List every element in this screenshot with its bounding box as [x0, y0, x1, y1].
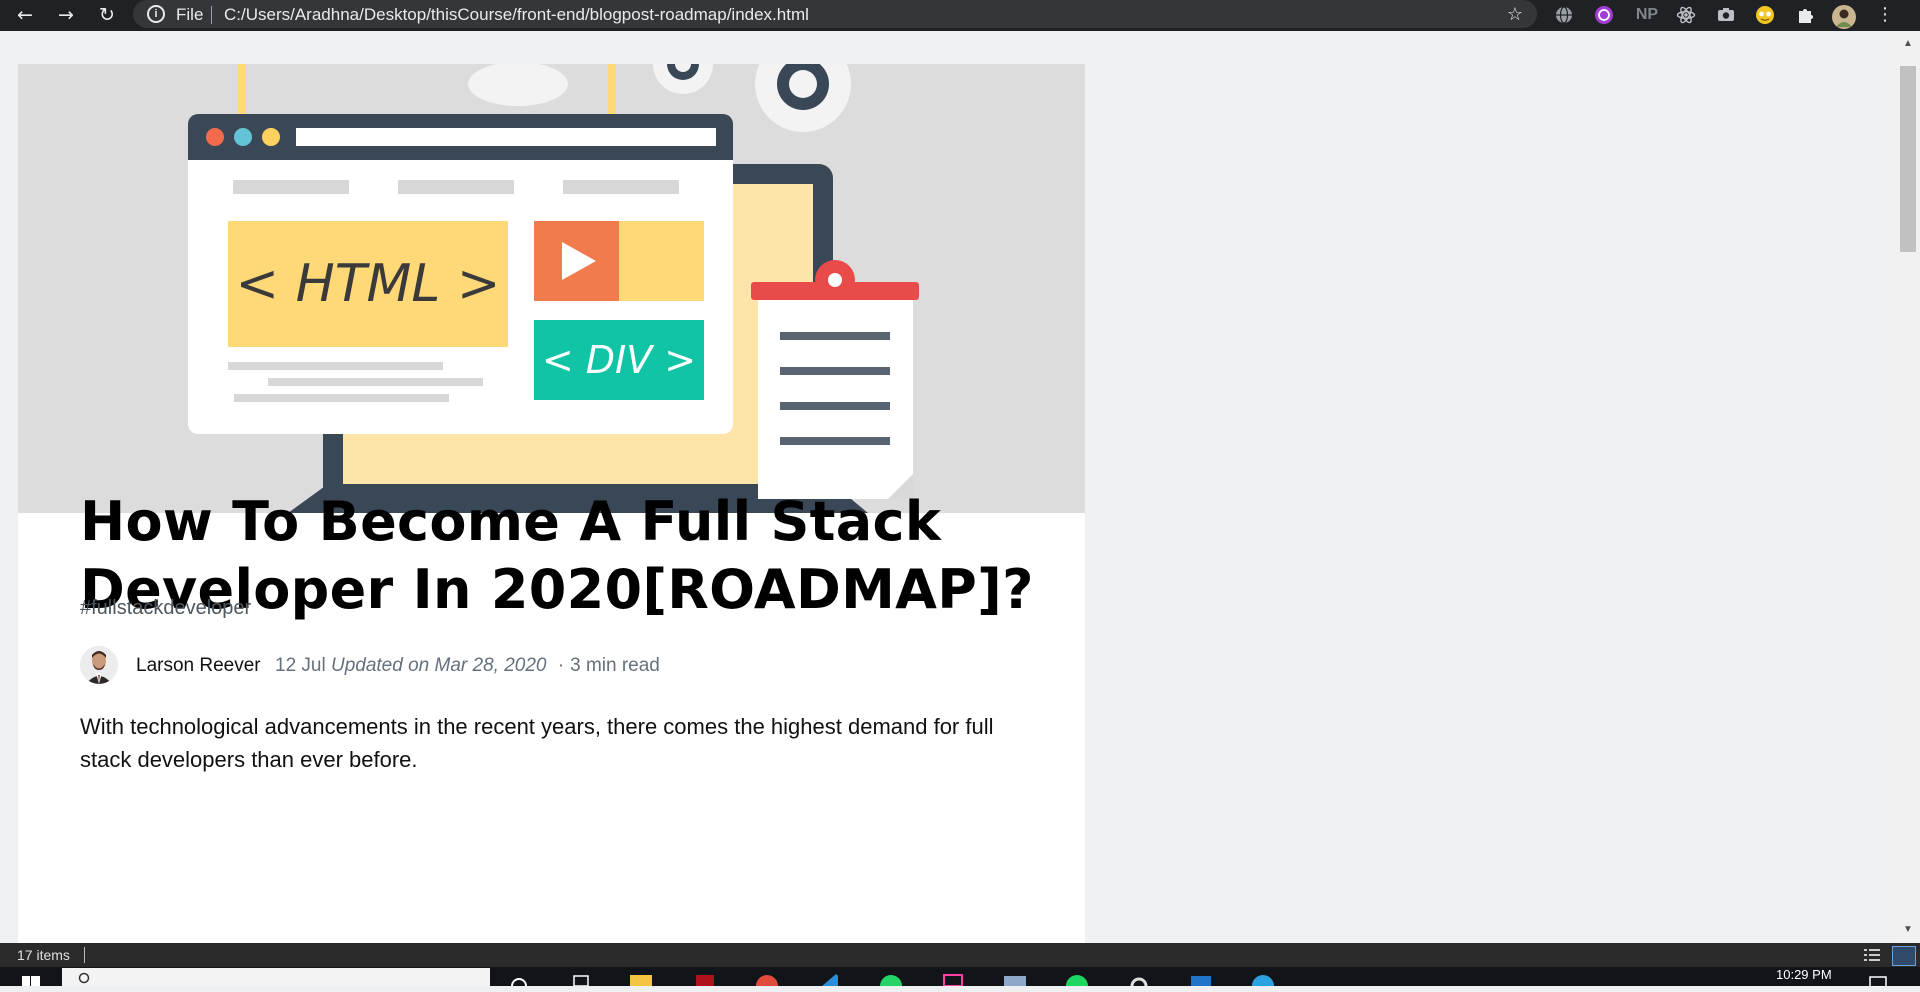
large-icons-view-icon[interactable] [1892, 946, 1916, 966]
emoji-extension-icon[interactable] [1755, 5, 1775, 25]
status-separator [84, 947, 85, 963]
bookmark-star-icon[interactable]: ☆ [1505, 5, 1525, 25]
read-time: 3 min read [570, 655, 660, 676]
taskbar-clock[interactable]: 10:29 PM [1776, 968, 1832, 982]
scrollbar-thumb[interactable] [1900, 66, 1916, 252]
react-devtools-icon[interactable] [1676, 5, 1696, 25]
np-extension-icon[interactable]: NP [1632, 5, 1662, 25]
camera-icon[interactable] [1716, 5, 1736, 25]
cortana-icon[interactable] [506, 972, 532, 992]
author-name[interactable]: Larson Reever [136, 654, 261, 678]
details-view-icon[interactable] [1862, 946, 1882, 964]
explorer-status-bar [0, 943, 1920, 967]
whatsapp-icon[interactable] [878, 972, 904, 992]
author-avatar[interactable] [80, 646, 118, 684]
vscode-icon[interactable] [816, 972, 842, 986]
url-text[interactable]: C:/Users/Aradhna/Desktop/thisCourse/fron… [224, 5, 809, 25]
spotify-icon[interactable] [1064, 972, 1090, 992]
updated-date: Updated on Mar 28, 2020 [330, 655, 547, 676]
article-tag[interactable]: #fullstackdeveloper [80, 596, 251, 620]
reload-icon[interactable]: ↻ [94, 2, 120, 28]
windows-start-icon[interactable] [18, 972, 44, 986]
publish-date: 12 Jul [275, 655, 326, 676]
meta-separator: · [557, 655, 565, 676]
telegram-icon[interactable] [1250, 972, 1276, 992]
purple-extension-icon[interactable] [1594, 5, 1614, 25]
scroll-down-arrow-icon[interactable]: ▼ [1900, 922, 1916, 938]
mail-icon[interactable] [1188, 972, 1214, 986]
forward-arrow-icon[interactable]: → [53, 2, 79, 28]
items-count: 17 items [17, 947, 70, 963]
file-explorer-icon[interactable] [628, 972, 654, 986]
app-icon-pink[interactable] [940, 972, 966, 987]
app-icon-red[interactable] [692, 972, 718, 986]
div-tag-label: < DIV > [541, 338, 697, 382]
back-arrow-icon[interactable]: ← [12, 2, 38, 28]
action-center-icon[interactable] [1868, 974, 1890, 988]
article-meta: 12 Jul Updated on Mar 28, 2020 · 3 min re… [275, 654, 660, 678]
scheme-label: File [176, 5, 204, 24]
app-icon-keyboard[interactable] [1002, 972, 1028, 986]
taskbar-search-box[interactable] [62, 968, 490, 986]
address-separator [211, 6, 212, 24]
article-intro: With technological advancements in the r… [80, 714, 994, 772]
kebab-menu-icon[interactable]: ⋮ [1875, 5, 1895, 25]
settings-gear-icon[interactable] [1126, 972, 1152, 992]
browser-toolbar: ← → ↻ i File C:/Users/Aradhna/Desktop/th… [0, 0, 1920, 31]
hero-illustration: < HTML > < DIV > [18, 64, 1085, 513]
app-icon-orange[interactable] [754, 972, 780, 992]
site-info-icon[interactable]: i [147, 5, 165, 23]
globe-icon[interactable] [1554, 5, 1574, 25]
html-tag-label: < HTML > [235, 254, 501, 314]
search-icon [78, 972, 92, 986]
puzzle-icon[interactable] [1795, 5, 1815, 25]
task-view-icon[interactable] [568, 972, 594, 987]
scroll-up-arrow-icon[interactable]: ▲ [1900, 36, 1916, 52]
profile-avatar[interactable] [1832, 5, 1856, 29]
